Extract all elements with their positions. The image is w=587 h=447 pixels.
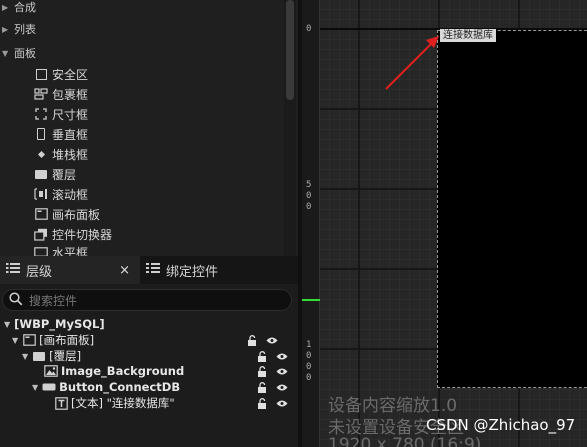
eye-icon[interactable]	[276, 381, 288, 393]
collapse-arrow-icon[interactable]: ▼	[12, 336, 18, 345]
palette-item-stack-box[interactable]: 堆栈框	[34, 144, 88, 164]
search-placeholder: 搜索控件	[29, 293, 78, 308]
vertical-box-icon	[34, 127, 48, 141]
tree-row-canvas-panel[interactable]: ▼ [画布面板]	[12, 332, 298, 348]
horizontal-box-icon	[34, 245, 48, 256]
ruler-cursor-marker	[302, 299, 320, 301]
stack-box-icon	[34, 147, 48, 161]
hierarchy-panel: 层级 × 绑定控件 搜索控件 ▼ [WBP_MySQL] ▼ [画布面板] ▼ …	[0, 256, 298, 447]
connectdb-button-label[interactable]: 连接数据库	[440, 29, 496, 42]
palette-item-size-box[interactable]: 尺寸框	[34, 104, 88, 124]
category-panel[interactable]: ▼ 面板	[0, 42, 284, 64]
unlock-icon[interactable]	[256, 365, 268, 377]
ruler-label-1000-d2: 0	[306, 351, 312, 361]
resolution-info: 1920 x 780 (16:9)	[328, 435, 482, 447]
ruler-label-500-d2: 0	[306, 191, 312, 201]
hierarchy-tab-bar: 层级 × 绑定控件	[0, 256, 298, 284]
button-icon	[42, 381, 56, 393]
unlock-icon[interactable]	[256, 350, 268, 362]
canvas-panel-icon	[22, 334, 36, 346]
size-box-icon	[34, 107, 48, 121]
eye-icon[interactable]	[276, 350, 288, 362]
tree-row-root[interactable]: ▼ [WBP_MySQL]	[4, 316, 105, 332]
image-icon	[44, 365, 58, 377]
canvas-panel-icon	[34, 207, 48, 221]
close-icon[interactable]: ×	[119, 263, 134, 278]
palette-item-vertical-box[interactable]: 垂直框	[34, 124, 88, 144]
tree-row-text[interactable]: [文本] "连接数据库"	[54, 395, 298, 411]
tree-row-overlay[interactable]: ▼ [覆层]	[22, 348, 298, 364]
eye-icon[interactable]	[266, 334, 278, 346]
tree-row-image-background[interactable]: Image_Background	[44, 363, 298, 379]
wrap-box-icon	[34, 87, 48, 101]
palette-item-canvas-panel[interactable]: 画布面板	[34, 204, 100, 224]
collapse-arrow-icon[interactable]: ▼	[22, 352, 28, 361]
expand-arrow-icon[interactable]: ▶	[0, 25, 14, 34]
ruler-label-0: 0	[306, 24, 312, 34]
unlock-icon[interactable]	[256, 381, 268, 393]
list-icon	[6, 262, 20, 278]
expand-arrow-icon[interactable]: ▶	[0, 3, 14, 12]
unlock-icon[interactable]	[256, 397, 268, 409]
designer-canvas[interactable]: 0 5 0 0 1 0 0 0 连接数据库 设备内容缩放1.0 未设置设备安全区…	[302, 0, 587, 447]
tab-bind-widgets[interactable]: 绑定控件	[140, 256, 224, 284]
palette-panel: ▶ 合成 ▶ 列表 ▼ 面板 安全区 包裹框 尺寸框 垂直框 堆栈框 覆层 滚动…	[0, 0, 298, 256]
unlock-icon[interactable]	[246, 334, 258, 346]
palette-scrollbar[interactable]	[286, 0, 294, 100]
watermark: CSDN @Zhichao_97	[426, 416, 576, 434]
palette-item-horizontal-box[interactable]: 水平框	[34, 242, 88, 256]
eye-icon[interactable]	[276, 365, 288, 377]
ruler-label-500-d3: 0	[306, 202, 312, 212]
palette-item-widget-switcher[interactable]: 控件切换器	[34, 224, 112, 244]
palette-item-scroll-box[interactable]: 滚动框	[34, 184, 88, 204]
collapse-arrow-icon[interactable]: ▼	[4, 320, 10, 329]
overlay-icon	[32, 350, 46, 362]
tree-row-button-connectdb[interactable]: ▼ Button_ConnectDB	[32, 379, 298, 395]
ruler-label-1000-d4: 0	[306, 373, 312, 383]
ruler-label-1000-d1: 1	[306, 340, 312, 350]
overlay-icon	[34, 167, 48, 181]
category-compose[interactable]: ▶ 合成	[0, 0, 284, 18]
text-icon	[54, 396, 68, 410]
category-list[interactable]: ▶ 列表	[0, 18, 284, 40]
grid-icon	[146, 262, 160, 278]
button-connectdb-widget[interactable]	[437, 30, 587, 388]
eye-icon[interactable]	[276, 397, 288, 409]
search-icon	[9, 291, 23, 309]
widget-switcher-icon	[34, 227, 48, 241]
ruler-label-500-d1: 5	[306, 180, 312, 190]
collapse-arrow-icon[interactable]: ▼	[32, 383, 38, 392]
palette-item-safe-zone[interactable]: 安全区	[34, 64, 88, 84]
ruler-label-1000-d3: 0	[306, 362, 312, 372]
tab-hierarchy[interactable]: 层级 ×	[0, 256, 140, 284]
scroll-box-icon	[34, 187, 48, 201]
palette-item-overlay[interactable]: 覆层	[34, 164, 76, 184]
safe-zone-icon	[34, 67, 48, 81]
palette-item-wrap-box[interactable]: 包裹框	[34, 84, 88, 104]
collapse-arrow-icon[interactable]: ▼	[0, 49, 14, 58]
search-input[interactable]: 搜索控件	[2, 289, 292, 311]
